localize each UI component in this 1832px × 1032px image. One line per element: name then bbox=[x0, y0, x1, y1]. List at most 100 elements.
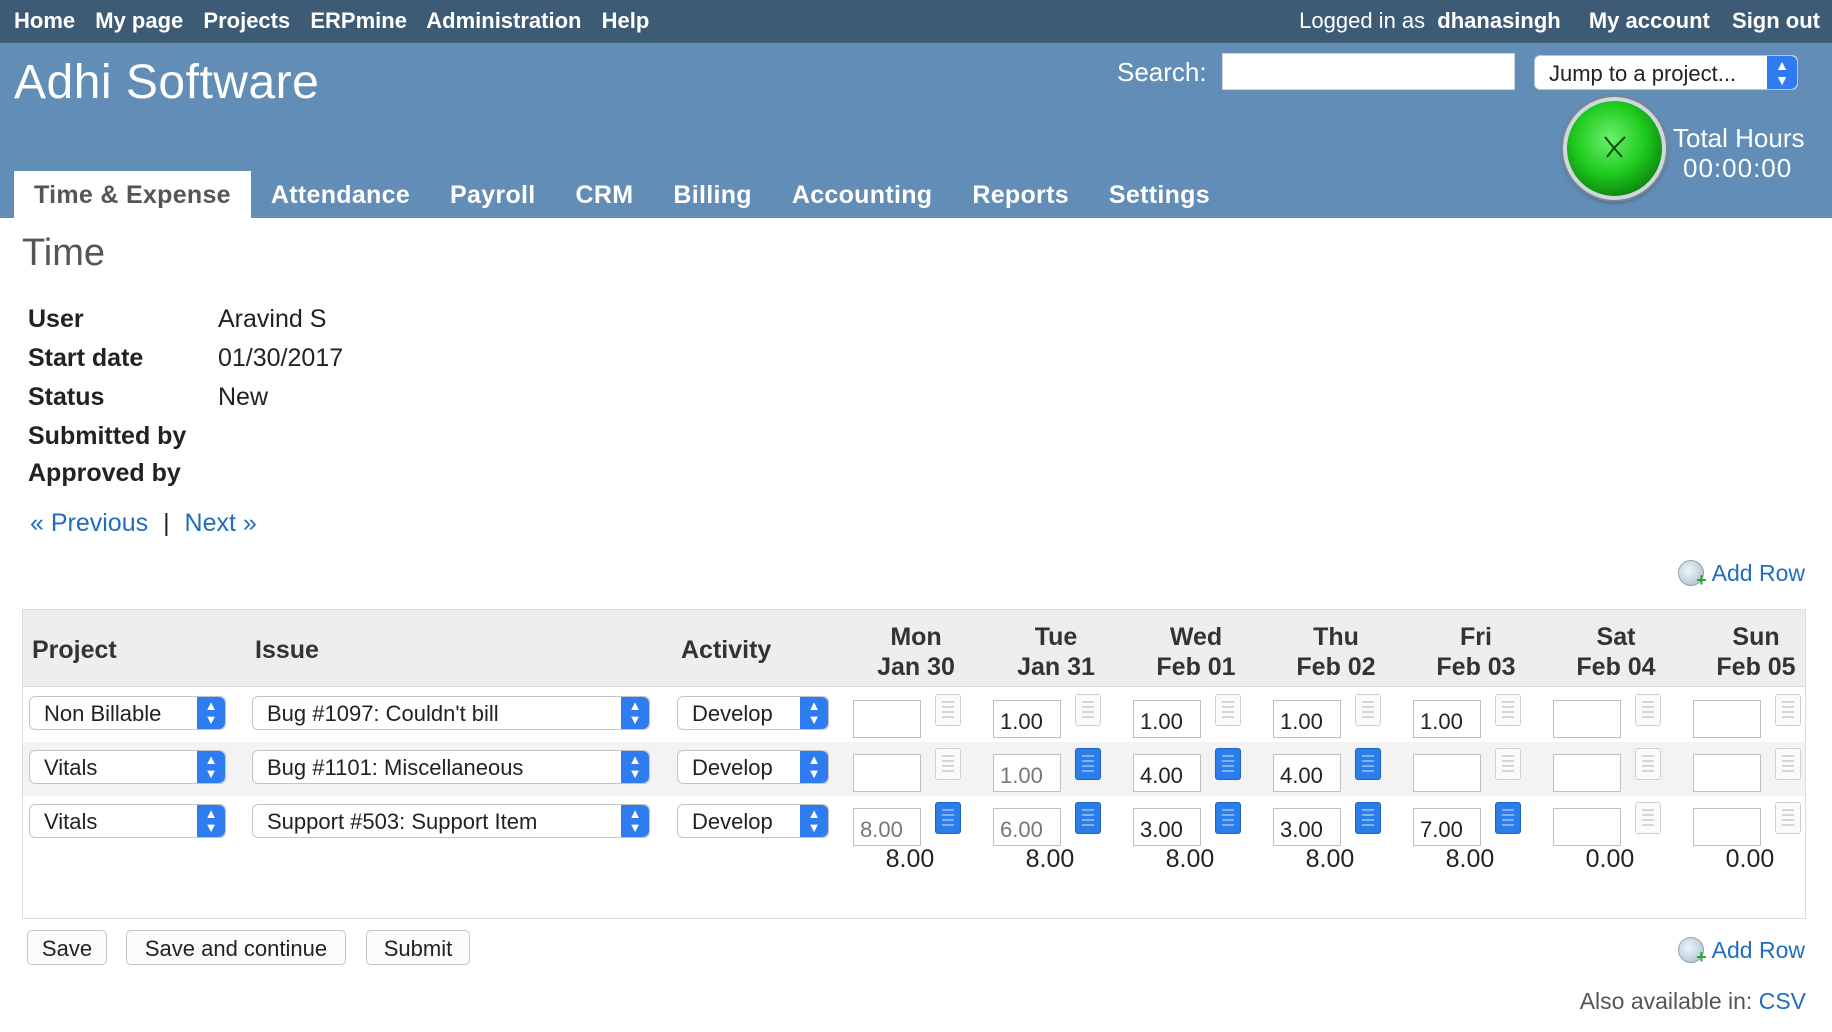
hours-input[interactable] bbox=[1413, 754, 1481, 792]
timesheet-info: User Aravind S Start date 01/30/2017 Statu… bbox=[28, 305, 528, 496]
save-and-continue-button[interactable]: Save and continue bbox=[126, 930, 346, 965]
activity-select[interactable]: Develop ▲ ▼ bbox=[677, 804, 829, 838]
add-row-link-top[interactable]: Add Row bbox=[1677, 560, 1805, 591]
tab-crm[interactable]: CRM bbox=[556, 171, 654, 218]
notes-icon[interactable] bbox=[1215, 748, 1241, 780]
notes-icon[interactable] bbox=[1775, 748, 1801, 780]
search-input[interactable] bbox=[1222, 53, 1515, 90]
hours-input[interactable] bbox=[1693, 754, 1761, 792]
notes-icon[interactable] bbox=[1215, 802, 1241, 834]
sign-out-link[interactable]: Sign out bbox=[1732, 8, 1820, 33]
top-menu-home[interactable]: Home bbox=[14, 8, 75, 33]
notes-icon[interactable] bbox=[1635, 748, 1661, 780]
notes-icon[interactable] bbox=[1355, 748, 1381, 780]
hours-input[interactable]: 3.00 bbox=[1133, 808, 1201, 846]
header-day: Fri Feb 03 bbox=[1416, 622, 1536, 682]
submit-button[interactable]: Submit bbox=[366, 930, 470, 965]
hours-input[interactable]: 4.00 bbox=[1133, 754, 1201, 792]
next-link[interactable]: Next » bbox=[185, 509, 257, 537]
tab-attendance[interactable]: Attendance bbox=[251, 171, 430, 218]
tab-time-expense[interactable]: Time & Expense bbox=[14, 171, 251, 218]
issue-select[interactable]: Bug #1101: Miscellaneous ▲ ▼ bbox=[252, 750, 650, 784]
notes-icon[interactable] bbox=[1215, 694, 1241, 726]
status-value: New bbox=[218, 383, 269, 411]
header-day-date: Jan 30 bbox=[877, 653, 955, 681]
hours-input[interactable]: 1.00 bbox=[1133, 700, 1201, 738]
hours-input[interactable] bbox=[1553, 808, 1621, 846]
previous-link[interactable]: « Previous bbox=[30, 509, 148, 537]
daily-total: 8.00 bbox=[1025, 845, 1075, 873]
notes-icon[interactable] bbox=[935, 748, 961, 780]
notes-icon[interactable] bbox=[1495, 748, 1521, 780]
hours-input[interactable]: 4.00 bbox=[1273, 754, 1341, 792]
issue-select[interactable]: Support #503: Support Item ▲ ▼ bbox=[252, 804, 650, 838]
header-day-name: Thu bbox=[1313, 623, 1359, 651]
top-menu-my-page[interactable]: My page bbox=[95, 8, 183, 33]
hours-input[interactable] bbox=[1693, 700, 1761, 738]
hours-input[interactable]: 1.00 bbox=[993, 754, 1061, 792]
daily-total: 0.00 bbox=[1585, 845, 1635, 873]
header-day-date: Feb 04 bbox=[1576, 653, 1656, 681]
tab-payroll[interactable]: Payroll bbox=[430, 171, 555, 218]
top-menu-help[interactable]: Help bbox=[602, 8, 650, 33]
add-row-label: Add Row bbox=[1711, 937, 1805, 963]
notes-icon[interactable] bbox=[1495, 802, 1521, 834]
logged-in-user[interactable]: dhanasingh bbox=[1437, 8, 1560, 33]
hours-input[interactable]: 6.00 bbox=[993, 808, 1061, 846]
tab-accounting[interactable]: Accounting bbox=[772, 171, 953, 218]
issue-select-value: Support #503: Support Item bbox=[267, 809, 538, 834]
jump-to-project-select[interactable]: Jump to a project... ▲ ▼ bbox=[1534, 55, 1798, 90]
notes-icon[interactable] bbox=[1495, 694, 1521, 726]
project-select[interactable]: Vitals ▲ ▼ bbox=[29, 750, 226, 784]
hours-input[interactable] bbox=[853, 754, 921, 792]
top-menu-administration[interactable]: Administration bbox=[426, 8, 581, 33]
hours-input[interactable]: 1.00 bbox=[1413, 700, 1481, 738]
header-day-name: Mon bbox=[890, 623, 942, 651]
hours-input[interactable]: 7.00 bbox=[1413, 808, 1481, 846]
tab-reports[interactable]: Reports bbox=[952, 171, 1089, 218]
notes-icon[interactable] bbox=[1635, 802, 1661, 834]
notes-icon[interactable] bbox=[1355, 802, 1381, 834]
notes-icon[interactable] bbox=[1635, 694, 1661, 726]
select-arrows-icon: ▲ ▼ bbox=[621, 751, 649, 783]
csv-link[interactable]: CSV bbox=[1759, 988, 1806, 1014]
notes-icon[interactable] bbox=[1355, 694, 1381, 726]
hours-input[interactable] bbox=[853, 700, 921, 738]
notes-icon[interactable] bbox=[1775, 694, 1801, 726]
tab-billing[interactable]: Billing bbox=[653, 171, 771, 218]
notes-icon[interactable] bbox=[935, 802, 961, 834]
hours-input[interactable]: 1.00 bbox=[1273, 700, 1341, 738]
issue-select[interactable]: Bug #1097: Couldn't bill ▲ ▼ bbox=[252, 696, 650, 730]
hours-input[interactable]: 3.00 bbox=[1273, 808, 1341, 846]
notes-icon[interactable] bbox=[1075, 748, 1101, 780]
hours-input[interactable] bbox=[1693, 808, 1761, 846]
add-row-link-bottom[interactable]: Add Row bbox=[1677, 937, 1805, 968]
project-select-value: Non Billable bbox=[44, 701, 162, 726]
select-arrows-icon: ▲ ▼ bbox=[800, 805, 828, 837]
activity-select-value: Develop bbox=[692, 701, 773, 726]
hours-input[interactable]: 1.00 bbox=[993, 700, 1061, 738]
top-menu-projects[interactable]: Projects bbox=[203, 8, 290, 33]
top-menu-erpmine[interactable]: ERPmine bbox=[310, 8, 407, 33]
hours-input[interactable] bbox=[1553, 700, 1621, 738]
clock-icon[interactable] bbox=[1563, 97, 1666, 200]
notes-icon[interactable] bbox=[1075, 802, 1101, 834]
notes-icon[interactable] bbox=[1075, 694, 1101, 726]
hours-input[interactable]: 8.00 bbox=[853, 808, 921, 846]
daily-total: 8.00 bbox=[1165, 845, 1215, 873]
my-account-link[interactable]: My account bbox=[1589, 8, 1710, 33]
tab-settings[interactable]: Settings bbox=[1089, 171, 1230, 218]
activity-select[interactable]: Develop ▲ ▼ bbox=[677, 696, 829, 730]
activity-select[interactable]: Develop ▲ ▼ bbox=[677, 750, 829, 784]
activity-select-value: Develop bbox=[692, 809, 773, 834]
header-day-name: Sun bbox=[1732, 623, 1780, 651]
notes-icon[interactable] bbox=[1775, 802, 1801, 834]
project-select[interactable]: Non Billable ▲ ▼ bbox=[29, 696, 226, 730]
total-hours-label: Total Hours bbox=[1673, 123, 1805, 153]
hours-input[interactable] bbox=[1553, 754, 1621, 792]
project-select[interactable]: Vitals ▲ ▼ bbox=[29, 804, 226, 838]
notes-icon[interactable] bbox=[935, 694, 961, 726]
save-button[interactable]: Save bbox=[27, 930, 107, 965]
user-label: User bbox=[28, 305, 84, 333]
header-day: Thu Feb 02 bbox=[1276, 622, 1396, 682]
